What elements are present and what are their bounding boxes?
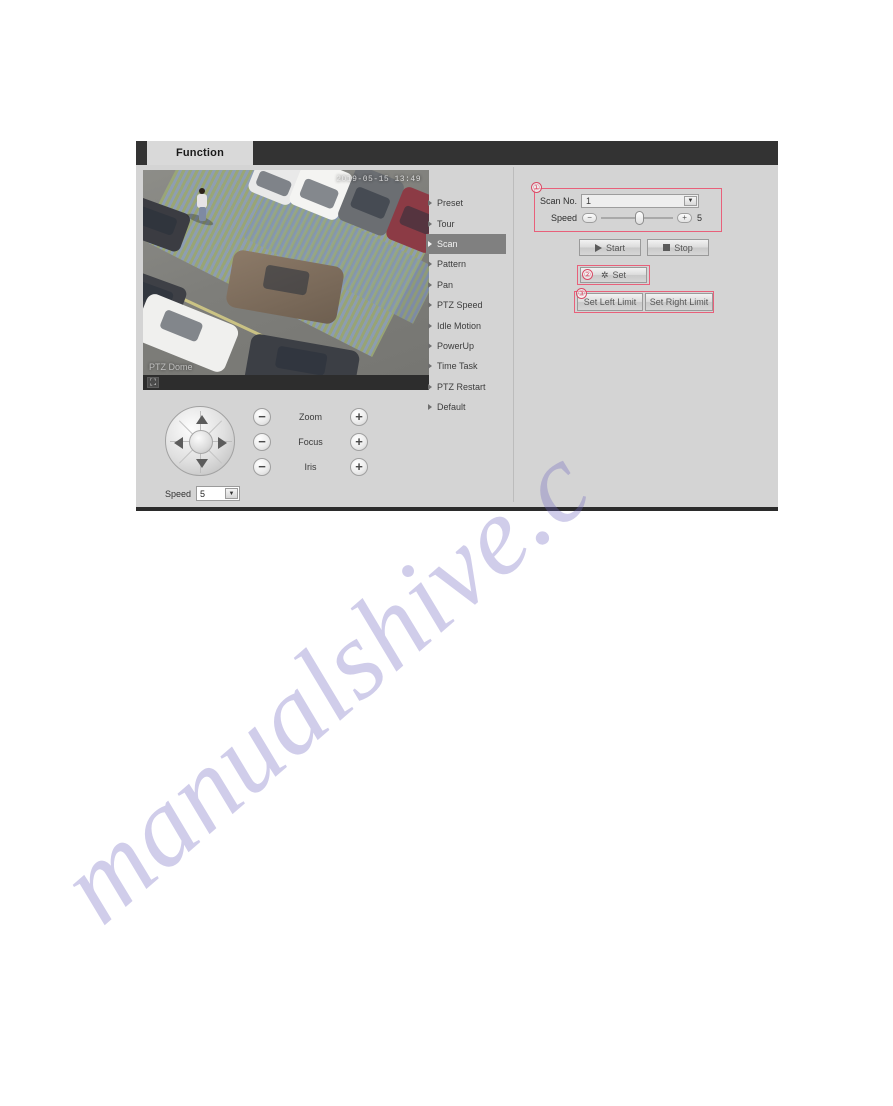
zoom-plus-button[interactable]: + [350,407,368,426]
scan-speed-row: Speed − + 5 [551,211,703,225]
panel-divider [513,167,514,502]
pedestrian [185,188,215,228]
sidebar-item-scan[interactable]: Scan [426,233,506,255]
set-left-limit-label: Set Left Limit [583,297,637,307]
set-right-limit-button[interactable]: Set Right Limit [645,293,713,311]
stop-button[interactable]: Stop [647,239,709,256]
video-channel-label: PTZ Dome [149,362,193,372]
sidebar-item-label: PTZ Restart [437,381,486,392]
tab-function[interactable]: Function [147,141,253,165]
speed-decrease-button[interactable]: − [582,213,598,223]
caret-right-icon [428,383,432,390]
scan-speed-value: 5 [697,213,703,223]
scan-no-row: Scan No. 1 ▼ [540,194,700,208]
ptz-speed-row: Speed 5 ▼ [165,486,241,501]
caret-right-icon [428,200,432,207]
sidebar-item-preset[interactable]: Preset [426,193,506,213]
iris-control-row: − Iris + [253,454,368,479]
sidebar-item-label: Tour [437,218,455,229]
caret-right-icon [428,322,432,329]
video-scene-image [143,170,429,390]
focus-plus-button[interactable]: + [350,432,368,451]
sidebar-item-label: Pan [437,279,454,290]
set-right-limit-label: Set Right Limit [649,297,709,307]
sidebar-item-pattern[interactable]: Pattern [426,254,506,274]
scan-speed-label: Speed [551,213,578,223]
focus-label: Focus [298,436,323,447]
iris-minus-button[interactable]: − [253,457,271,476]
stop-icon [663,244,671,251]
annotation-marker-1: ① [531,182,542,193]
ptz-down-button[interactable] [196,459,208,468]
lens-controls: − Zoom + − Focus + − Iris + [253,404,368,479]
video-timestamp-overlay: 2019-05-15 13:49 [336,175,421,184]
sidebar-item-label: Idle Motion [437,320,482,331]
iris-label: Iris [304,461,317,472]
ptz-control-block: − Zoom + − Focus + − Iris + Speed 5 ▼ [143,404,433,509]
caret-right-icon [428,363,432,370]
caret-right-icon [428,404,432,411]
ptz-configuration-window: Function 2019-05-15 13:49 PTZ Dome ⛶ − Z… [136,141,778,511]
stop-label: Stop [674,242,693,253]
ptz-left-button[interactable] [174,437,183,449]
left-column: 2019-05-15 13:49 PTZ Dome ⛶ − Zoom + − F… [143,170,433,509]
ptz-right-button[interactable] [218,437,227,449]
caret-right-icon [428,220,432,227]
sidebar-item-label: PTZ Speed [437,300,483,311]
video-toolbar: ⛶ [143,375,429,390]
caret-right-icon [428,261,432,268]
zoom-control-row: − Zoom + [253,404,368,429]
sidebar-item-label: Pattern [437,259,467,270]
sidebar-item-idle-motion[interactable]: Idle Motion [426,315,506,335]
caret-right-icon [428,302,432,309]
sidebar-item-label: Preset [437,198,464,209]
sidebar-item-ptz-speed[interactable]: PTZ Speed [426,295,506,315]
sidebar-item-powerup[interactable]: PowerUp [426,336,506,356]
zoom-label: Zoom [298,411,322,422]
caret-right-icon [428,240,432,247]
ptz-up-button[interactable] [196,415,208,424]
chevron-down-icon[interactable]: ▼ [225,488,239,499]
ptz-speed-value: 5 [200,488,206,499]
caret-right-icon [428,342,432,349]
sidebar-item-tour[interactable]: Tour [426,213,506,233]
annotation-marker-2: ② [582,269,593,280]
ptz-center-button[interactable] [189,430,213,454]
annotation-marker-3: ③ [576,288,587,299]
zoom-minus-button[interactable]: − [253,407,271,426]
sidebar-item-label: Scan [437,238,458,249]
gear-icon: ✲ [600,269,609,280]
sidebar-item-label: PowerUp [437,340,475,351]
start-label: Start [605,242,625,253]
scan-no-label: Scan No. [540,196,578,206]
sidebar-item-time-task[interactable]: Time Task [426,356,506,376]
ptz-speed-label: Speed [165,488,192,499]
set-left-limit-button[interactable]: Set Left Limit [577,293,643,311]
play-icon [594,243,602,252]
speed-increase-button[interactable]: + [677,213,693,223]
expand-icon[interactable]: ⛶ [147,377,159,388]
sidebar-item-pan[interactable]: Pan [426,275,506,295]
chevron-down-icon[interactable]: ▼ [684,196,698,206]
set-label: Set [612,270,627,280]
ptz-direction-pad[interactable] [165,406,235,476]
tab-bar: Function [136,141,778,165]
speed-slider-thumb[interactable] [635,211,645,225]
speed-slider-track[interactable] [601,211,674,225]
sidebar-item-label: Default [437,402,466,413]
function-menu: Preset Tour Scan Pattern Pan PTZ Speed I… [426,193,506,417]
focus-minus-button[interactable]: − [253,432,271,451]
scan-no-value: 1 [586,196,592,206]
scan-no-select[interactable]: 1 ▼ [581,194,700,208]
iris-plus-button[interactable]: + [350,457,368,476]
start-button[interactable]: Start [579,239,641,256]
window-body: 2019-05-15 13:49 PTZ Dome ⛶ − Zoom + − F… [136,165,778,507]
ptz-speed-select[interactable]: 5 ▼ [196,486,241,501]
sidebar-item-default[interactable]: Default [426,397,506,417]
focus-control-row: − Focus + [253,429,368,454]
caret-right-icon [428,281,432,288]
sidebar-item-ptz-restart[interactable]: PTZ Restart [426,377,506,397]
video-preview[interactable]: 2019-05-15 13:49 PTZ Dome ⛶ [143,170,429,390]
sidebar-item-label: Time Task [437,361,478,372]
